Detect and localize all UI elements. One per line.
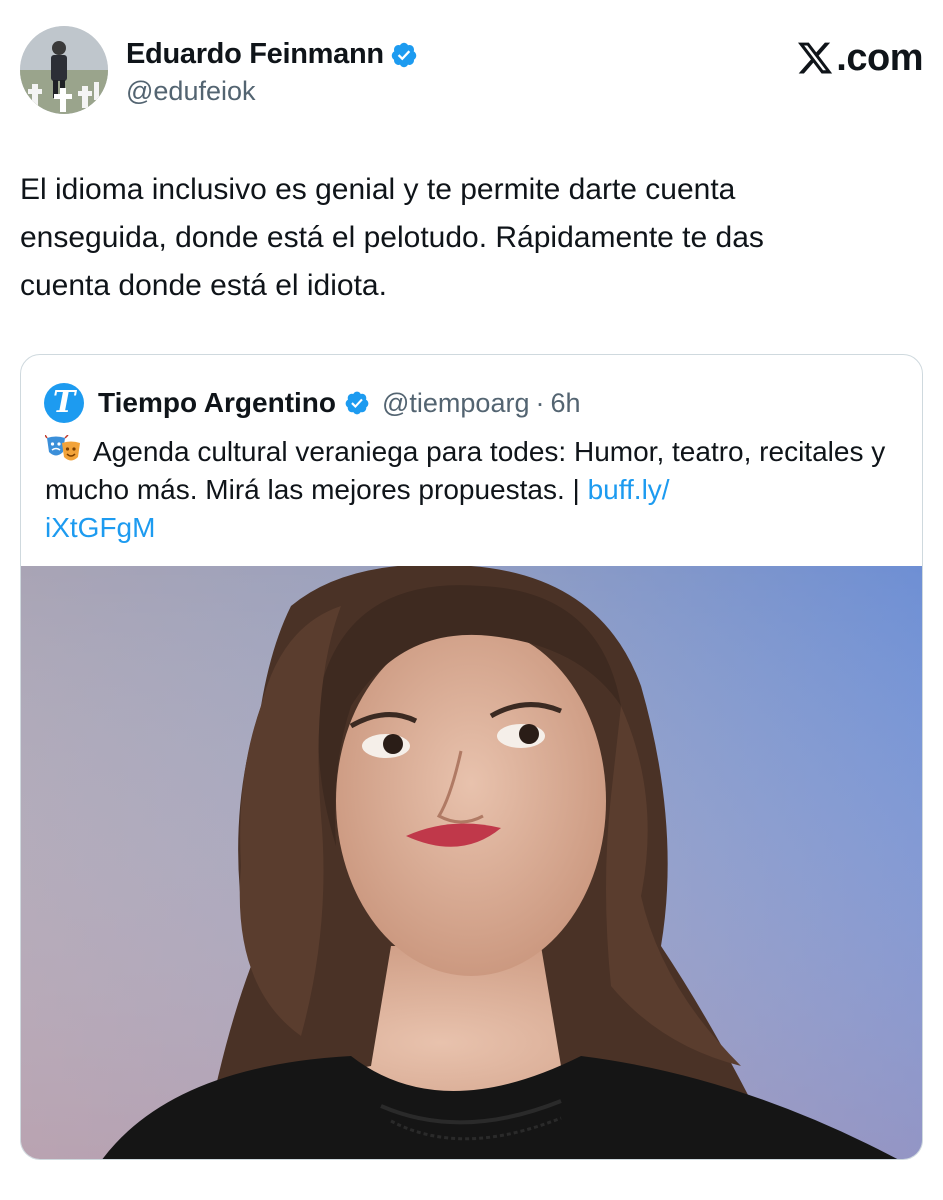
quoted-tweet-header: T Tiempo Argentino @tiempoarg · 6h bbox=[44, 383, 581, 423]
author-name[interactable]: Eduardo Feinmann bbox=[126, 38, 384, 71]
brand-label: .com bbox=[836, 37, 923, 79]
author-handle[interactable]: @edufeiok bbox=[126, 76, 256, 107]
author-name-row: Eduardo Feinmann bbox=[126, 38, 418, 71]
quoted-author-handle[interactable]: @tiempoarg bbox=[382, 388, 529, 419]
portrait-photo bbox=[21, 566, 922, 1159]
verified-badge-icon bbox=[345, 391, 369, 415]
author-avatar[interactable] bbox=[20, 26, 108, 114]
quoted-author-avatar[interactable]: T bbox=[44, 383, 84, 423]
quoted-tweet-card[interactable]: T Tiempo Argentino @tiempoarg · 6h Agend… bbox=[20, 354, 923, 1160]
verified-badge-icon bbox=[391, 42, 417, 67]
quoted-author-name[interactable]: Tiempo Argentino bbox=[98, 387, 336, 419]
quoted-tweet-text: Agenda cultural veraniega para todes: Hu… bbox=[45, 433, 905, 547]
avatar-photo-icon bbox=[20, 26, 108, 114]
quoted-timestamp[interactable]: 6h bbox=[550, 388, 580, 419]
tweet-text: El idioma inclusivo es genial y te permi… bbox=[20, 173, 764, 302]
quoted-media-image[interactable] bbox=[21, 566, 922, 1159]
tweet-header: Eduardo Feinmann @edufeiok .com bbox=[20, 26, 925, 116]
dot-separator: · bbox=[535, 387, 545, 418]
x-brand: .com bbox=[795, 38, 923, 78]
x-logo-icon bbox=[798, 42, 833, 74]
quoted-avatar-letter: T bbox=[52, 385, 76, 420]
quoted-text-body: Agenda cultural veraniega para todes: Hu… bbox=[45, 436, 886, 505]
theater-masks-icon bbox=[45, 435, 80, 461]
